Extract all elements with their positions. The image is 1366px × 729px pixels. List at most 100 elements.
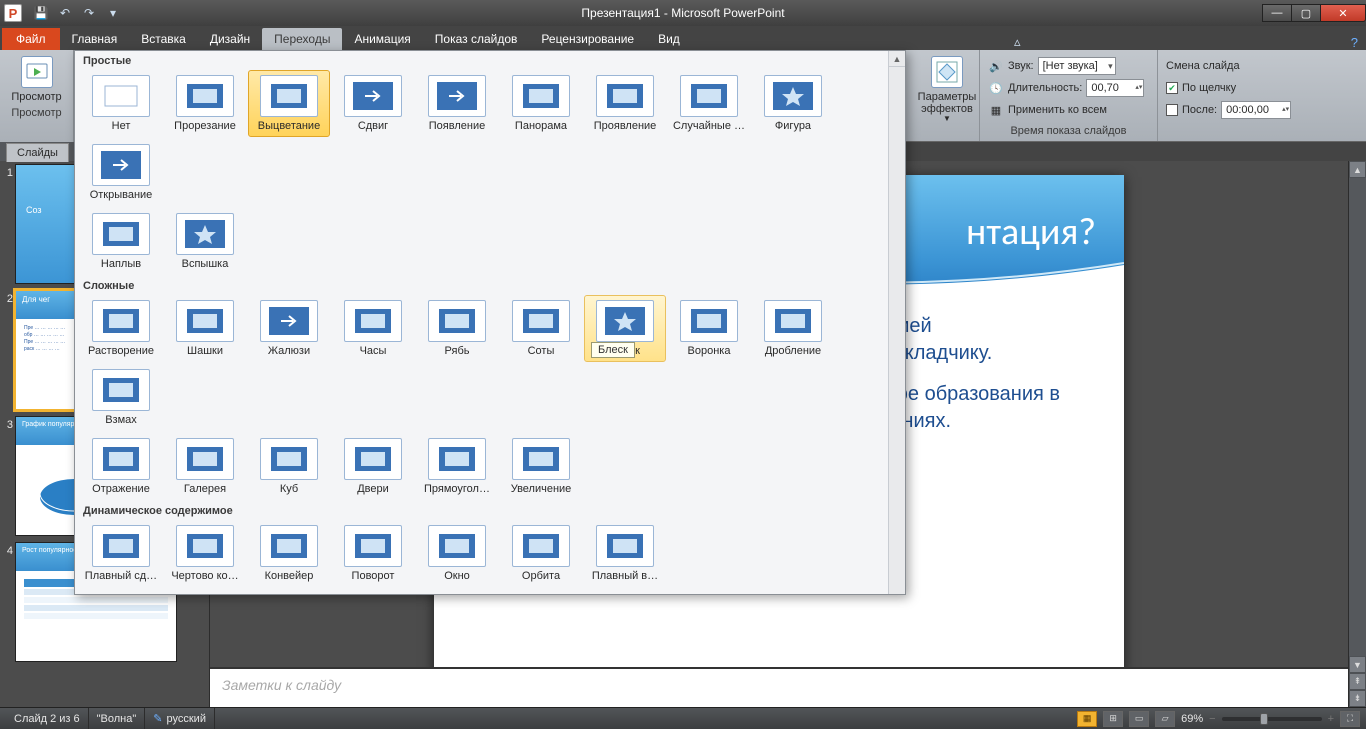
language-indicator[interactable]: ✎ русский bbox=[145, 708, 215, 729]
close-button[interactable]: ✕ bbox=[1320, 4, 1366, 22]
transition-item[interactable]: Случайные … bbox=[668, 70, 750, 137]
transition-item[interactable]: Сдвиг bbox=[332, 70, 414, 137]
qat-dropdown-icon[interactable]: ▾ bbox=[102, 3, 124, 23]
transition-item[interactable]: Часы bbox=[332, 295, 414, 362]
transition-label: Вспышка bbox=[182, 258, 229, 270]
scroll-up-icon[interactable]: ▲ bbox=[1349, 161, 1366, 178]
after-time-spinner[interactable]: 00:00,00 bbox=[1221, 101, 1291, 119]
transition-item[interactable]: Увеличение bbox=[500, 433, 582, 500]
transition-item[interactable]: Фигура bbox=[752, 70, 834, 137]
transition-icon bbox=[428, 438, 486, 480]
preview-button[interactable]: Просмотр bbox=[2, 50, 72, 103]
sound-dropdown[interactable]: [Нет звука] bbox=[1038, 57, 1116, 75]
transition-icon bbox=[260, 525, 318, 567]
ribbon-minimize-icon[interactable]: ▵ bbox=[1006, 34, 1029, 50]
scroll-down-icon[interactable]: ▼ bbox=[1349, 656, 1366, 673]
after-checkbox[interactable]: После: 00:00,00 bbox=[1166, 100, 1358, 120]
vertical-scrollbar[interactable]: ▲ ▼ ⇞ ⇟ bbox=[1348, 161, 1366, 707]
duration-spinner[interactable]: 00,70 bbox=[1086, 79, 1144, 97]
undo-icon[interactable]: ↶ bbox=[54, 3, 76, 23]
normal-view-button[interactable]: ▦ bbox=[1077, 711, 1097, 727]
transition-label: Дробление bbox=[765, 345, 821, 357]
transition-item[interactable]: Плавный сд… bbox=[80, 520, 162, 587]
fit-to-window-button[interactable]: ⛶ bbox=[1340, 711, 1360, 727]
transition-item[interactable]: Отражение bbox=[80, 433, 162, 500]
transition-label: Окно bbox=[444, 570, 470, 582]
transition-item[interactable]: Проявление bbox=[584, 70, 666, 137]
advance-title: Смена слайда bbox=[1166, 56, 1358, 76]
gallery-scrollbar[interactable]: ▲ bbox=[888, 51, 905, 594]
transition-label: Воронка bbox=[688, 345, 731, 357]
transition-item[interactable]: Воронка bbox=[668, 295, 750, 362]
transition-item[interactable]: Двери bbox=[332, 433, 414, 500]
tab-slideshow[interactable]: Показ слайдов bbox=[423, 28, 530, 50]
transition-item[interactable]: Куб bbox=[248, 433, 330, 500]
minimize-button[interactable]: ― bbox=[1262, 4, 1292, 22]
transition-label: Куб bbox=[280, 483, 298, 495]
transition-item[interactable]: Взмах bbox=[80, 364, 162, 431]
gallery-category: Сложные bbox=[75, 276, 905, 294]
transition-item[interactable]: БлескБлеск bbox=[584, 295, 666, 362]
transition-item[interactable]: Орбита bbox=[500, 520, 582, 587]
transition-item[interactable]: Шашки bbox=[164, 295, 246, 362]
transition-icon bbox=[764, 300, 822, 342]
transition-item[interactable]: Окно bbox=[416, 520, 498, 587]
transition-item[interactable]: Галерея bbox=[164, 433, 246, 500]
tab-home[interactable]: Главная bbox=[60, 28, 130, 50]
help-icon[interactable]: ? bbox=[1343, 35, 1366, 50]
zoom-slider[interactable] bbox=[1222, 717, 1322, 721]
reading-view-button[interactable]: ▭ bbox=[1129, 711, 1149, 727]
transition-item[interactable]: Поворот bbox=[332, 520, 414, 587]
transition-icon bbox=[92, 300, 150, 342]
transition-item[interactable]: Прорезание bbox=[164, 70, 246, 137]
transition-item[interactable]: Рябь bbox=[416, 295, 498, 362]
tab-review[interactable]: Рецензирование bbox=[529, 28, 646, 50]
tooltip: Блеск bbox=[591, 342, 635, 358]
notes-pane[interactable]: Заметки к слайду bbox=[210, 667, 1348, 707]
apply-all-button[interactable]: ▦ Применить ко всем bbox=[988, 100, 1149, 120]
zoom-in-button[interactable]: + bbox=[1328, 713, 1334, 725]
slideshow-view-button[interactable]: ▱ bbox=[1155, 711, 1175, 727]
maximize-button[interactable]: ▢ bbox=[1291, 4, 1321, 22]
transition-item[interactable]: Конвейер bbox=[248, 520, 330, 587]
transition-item[interactable]: Нет bbox=[80, 70, 162, 137]
effect-options-button[interactable]: Параметры эффектов ▼ bbox=[912, 52, 982, 124]
transition-item[interactable]: Жалюзи bbox=[248, 295, 330, 362]
prev-slide-icon[interactable]: ⇞ bbox=[1349, 673, 1366, 690]
duration-label: Длительность: bbox=[1008, 82, 1082, 94]
transition-icon bbox=[680, 75, 738, 117]
transition-item[interactable]: Вспышка bbox=[164, 208, 246, 275]
transition-item[interactable]: Появление bbox=[416, 70, 498, 137]
file-tab[interactable]: Файл bbox=[2, 28, 60, 50]
gallery-category: Простые bbox=[75, 51, 905, 69]
transition-label: Прорезание bbox=[174, 120, 236, 132]
transition-item[interactable]: Наплыв bbox=[80, 208, 162, 275]
transition-item[interactable]: Плавный в… bbox=[584, 520, 666, 587]
transition-item[interactable]: Чертово ко… bbox=[164, 520, 246, 587]
redo-icon[interactable]: ↷ bbox=[78, 3, 100, 23]
transition-item[interactable]: Растворение bbox=[80, 295, 162, 362]
zoom-out-button[interactable]: − bbox=[1209, 713, 1215, 725]
transition-item[interactable]: Соты bbox=[500, 295, 582, 362]
tab-animation[interactable]: Анимация bbox=[342, 28, 422, 50]
tab-design[interactable]: Дизайн bbox=[198, 28, 262, 50]
transition-item[interactable]: Панорама bbox=[500, 70, 582, 137]
on-click-checkbox[interactable]: ✔ По щелчку bbox=[1166, 78, 1358, 98]
sorter-view-button[interactable]: ⊞ bbox=[1103, 711, 1123, 727]
transition-item[interactable]: Дробление bbox=[752, 295, 834, 362]
zoom-level[interactable]: 69% bbox=[1181, 713, 1203, 725]
timing-group-label: Время показа слайдов bbox=[986, 125, 1151, 139]
next-slide-icon[interactable]: ⇟ bbox=[1349, 690, 1366, 707]
window-controls: ― ▢ ✕ bbox=[1263, 4, 1366, 22]
transition-label: Шашки bbox=[187, 345, 223, 357]
transition-item[interactable]: Прямоугол… bbox=[416, 433, 498, 500]
tab-insert[interactable]: Вставка bbox=[129, 28, 198, 50]
transition-item[interactable]: Выцветание bbox=[248, 70, 330, 137]
tab-transitions[interactable]: Переходы bbox=[262, 28, 342, 50]
slides-tab[interactable]: Слайды bbox=[6, 143, 69, 162]
transition-item[interactable]: Открывание bbox=[80, 139, 162, 206]
scroll-up-icon[interactable]: ▲ bbox=[889, 51, 905, 67]
tab-view[interactable]: Вид bbox=[646, 28, 692, 50]
save-icon[interactable]: 💾 bbox=[30, 3, 52, 23]
transition-label: Панорама bbox=[515, 120, 567, 132]
